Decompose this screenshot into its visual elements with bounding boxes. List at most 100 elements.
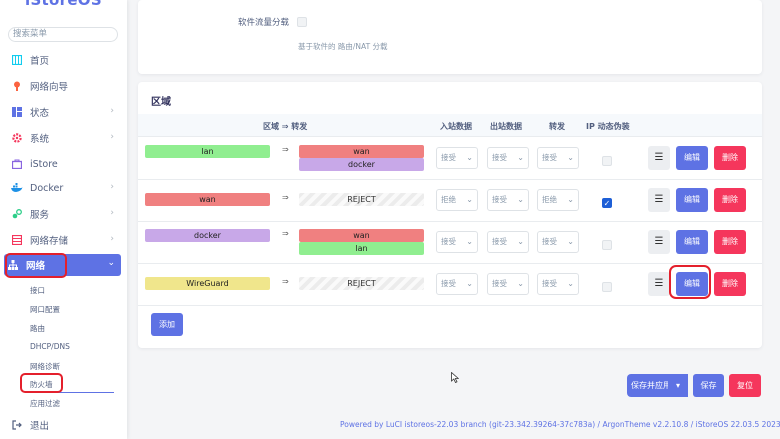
output-policy-select[interactable]: 接受 ⌄ (487, 147, 529, 169)
drag-menu-button[interactable]: ☰ (648, 272, 670, 296)
forward-policy-select[interactable]: 拒绝 ⌄ (537, 189, 579, 211)
sidebar-item-system[interactable]: 系统 › (8, 127, 120, 149)
edit-button[interactable]: 编辑 (676, 146, 708, 170)
sidebar-item-label: 网络向导 (30, 82, 69, 93)
save-apply-dropdown-toggle[interactable]: ▾ (668, 374, 688, 397)
chevron-right-icon: › (110, 106, 114, 116)
delete-button[interactable]: 删除 (714, 188, 746, 212)
add-zone-button[interactable]: 添加 (151, 313, 183, 336)
row-divider (138, 263, 762, 264)
row-divider (138, 179, 762, 180)
header-forward: 转发 (549, 122, 565, 131)
edit-button[interactable]: 编辑 (676, 188, 708, 212)
sidebar-item-wizard[interactable]: 网络向导 (8, 75, 120, 97)
target-badge-reject: REJECT (299, 193, 424, 206)
input-policy-select[interactable]: 接受 ⌄ (436, 147, 478, 169)
target-badge-wan: wan (299, 229, 424, 242)
forward-arrow: ⇒ (282, 193, 289, 202)
edit-button[interactable]: 编辑 (676, 272, 708, 296)
submenu-dhcp-dns[interactable]: DHCP/DNS (30, 342, 70, 351)
output-policy-select[interactable]: 接受 ⌄ (487, 273, 529, 295)
flow-offload-hint: 基于软件的 路由/NAT 分载 (298, 42, 388, 51)
zone-badge-wan: wan (145, 193, 270, 206)
zone-badge-docker: docker (145, 229, 270, 242)
sidebar-item-label: 首页 (30, 56, 50, 67)
zone-badge-lan: lan (145, 145, 270, 158)
row-divider (138, 136, 762, 137)
brand-logo[interactable]: iStoreOS (0, 0, 127, 9)
sidebar-item-label: 状态 (30, 108, 50, 119)
header-masquerade: IP 动态伪装 (586, 122, 630, 131)
forward-policy-select[interactable]: 接受 ⌄ (537, 273, 579, 295)
sidebar-item-home[interactable]: 首页 (8, 49, 120, 71)
submenu-app-filter[interactable]: 应用过滤 (30, 398, 60, 409)
menu-search-input[interactable]: 搜索菜单 (8, 27, 118, 42)
store-icon (11, 158, 23, 170)
submenu-port-config[interactable]: 网口配置 (30, 304, 60, 315)
delete-button[interactable]: 删除 (714, 230, 746, 254)
masquerade-checkbox[interactable] (602, 282, 612, 292)
zones-title: 区域 (151, 97, 171, 108)
sidebar-item-status[interactable]: 状态 › (8, 101, 120, 123)
status-icon (11, 106, 23, 118)
header-zone-forward: 区域 ⇒ 转发 (263, 122, 308, 131)
sidebar-item-services[interactable]: 服务 › (8, 203, 120, 225)
services-icon (11, 208, 23, 220)
reset-button[interactable]: 复位 (729, 374, 761, 397)
footer-credits[interactable]: Powered by LuCI istoreos-22.03 branch (g… (340, 420, 780, 429)
submenu-firewall[interactable]: 防火墙 (30, 379, 53, 390)
caret-down-icon: ▾ (675, 381, 680, 390)
row-divider (138, 305, 762, 306)
sidebar-item-label: 服务 (30, 210, 50, 221)
logout-icon (11, 419, 23, 431)
mouse-cursor-icon (451, 371, 460, 386)
sidebar-item-storage[interactable]: 网络存储 › (8, 229, 120, 251)
delete-button[interactable]: 删除 (714, 272, 746, 296)
chevron-right-icon: › (110, 182, 114, 192)
submenu-diagnostics[interactable]: 网络诊断 (30, 361, 60, 372)
sidebar-item-network[interactable]: 网络 ⌄ (4, 254, 121, 276)
chevron-right-icon: › (110, 208, 114, 218)
system-icon (11, 132, 23, 144)
forward-arrow: ⇒ (282, 229, 289, 238)
zone-badge-wireguard: WireGuard (145, 277, 270, 290)
sidebar: iStoreOS 搜索菜单 首页 网络向导 状态 › 系统 › iStore D… (0, 0, 127, 439)
edit-button[interactable]: 编辑 (676, 230, 708, 254)
forward-policy-select[interactable]: 接受 ⌄ (537, 147, 579, 169)
save-button[interactable]: 保存 (693, 374, 724, 397)
output-policy-select[interactable]: 接受 ⌄ (487, 189, 529, 211)
storage-icon (11, 234, 23, 246)
target-badge-wan: wan (299, 145, 424, 158)
sidebar-item-label: 网络 (26, 261, 46, 272)
sidebar-item-istore[interactable]: iStore (8, 153, 120, 175)
input-policy-select[interactable]: 接受 ⌄ (436, 231, 478, 253)
submenu-routes[interactable]: 路由 (30, 323, 45, 334)
flow-offload-label: 软件流量分载 (238, 18, 290, 28)
chevron-down-icon: ⌄ (107, 258, 115, 268)
wizard-icon (11, 80, 23, 92)
forward-policy-select[interactable]: 接受 ⌄ (537, 231, 579, 253)
firewall-active-underline (26, 392, 114, 393)
input-policy-select[interactable]: 拒绝 ⌄ (436, 189, 478, 211)
forward-arrow: ⇒ (282, 145, 289, 154)
drag-menu-button[interactable]: ☰ (648, 146, 670, 170)
target-badge-docker: docker (299, 158, 424, 171)
flow-offload-checkbox[interactable] (297, 17, 307, 27)
submenu-interfaces[interactable]: 接口 (30, 285, 45, 296)
home-icon (11, 54, 23, 66)
target-badge-lan: lan (299, 242, 424, 255)
target-badge-reject: REJECT (299, 277, 424, 290)
sidebar-item-label: 系统 (30, 134, 50, 145)
drag-menu-button[interactable]: ☰ (648, 188, 670, 212)
masquerade-checkbox[interactable]: ✓ (602, 198, 612, 208)
sidebar-item-label: 退出 (30, 421, 50, 432)
drag-menu-button[interactable]: ☰ (648, 230, 670, 254)
sidebar-item-logout[interactable]: 退出 (8, 414, 120, 436)
delete-button[interactable]: 删除 (714, 146, 746, 170)
row-divider (138, 221, 762, 222)
sidebar-item-docker[interactable]: Docker › (8, 177, 120, 199)
masquerade-checkbox[interactable] (602, 240, 612, 250)
input-policy-select[interactable]: 接受 ⌄ (436, 273, 478, 295)
output-policy-select[interactable]: 接受 ⌄ (487, 231, 529, 253)
masquerade-checkbox[interactable] (602, 156, 612, 166)
